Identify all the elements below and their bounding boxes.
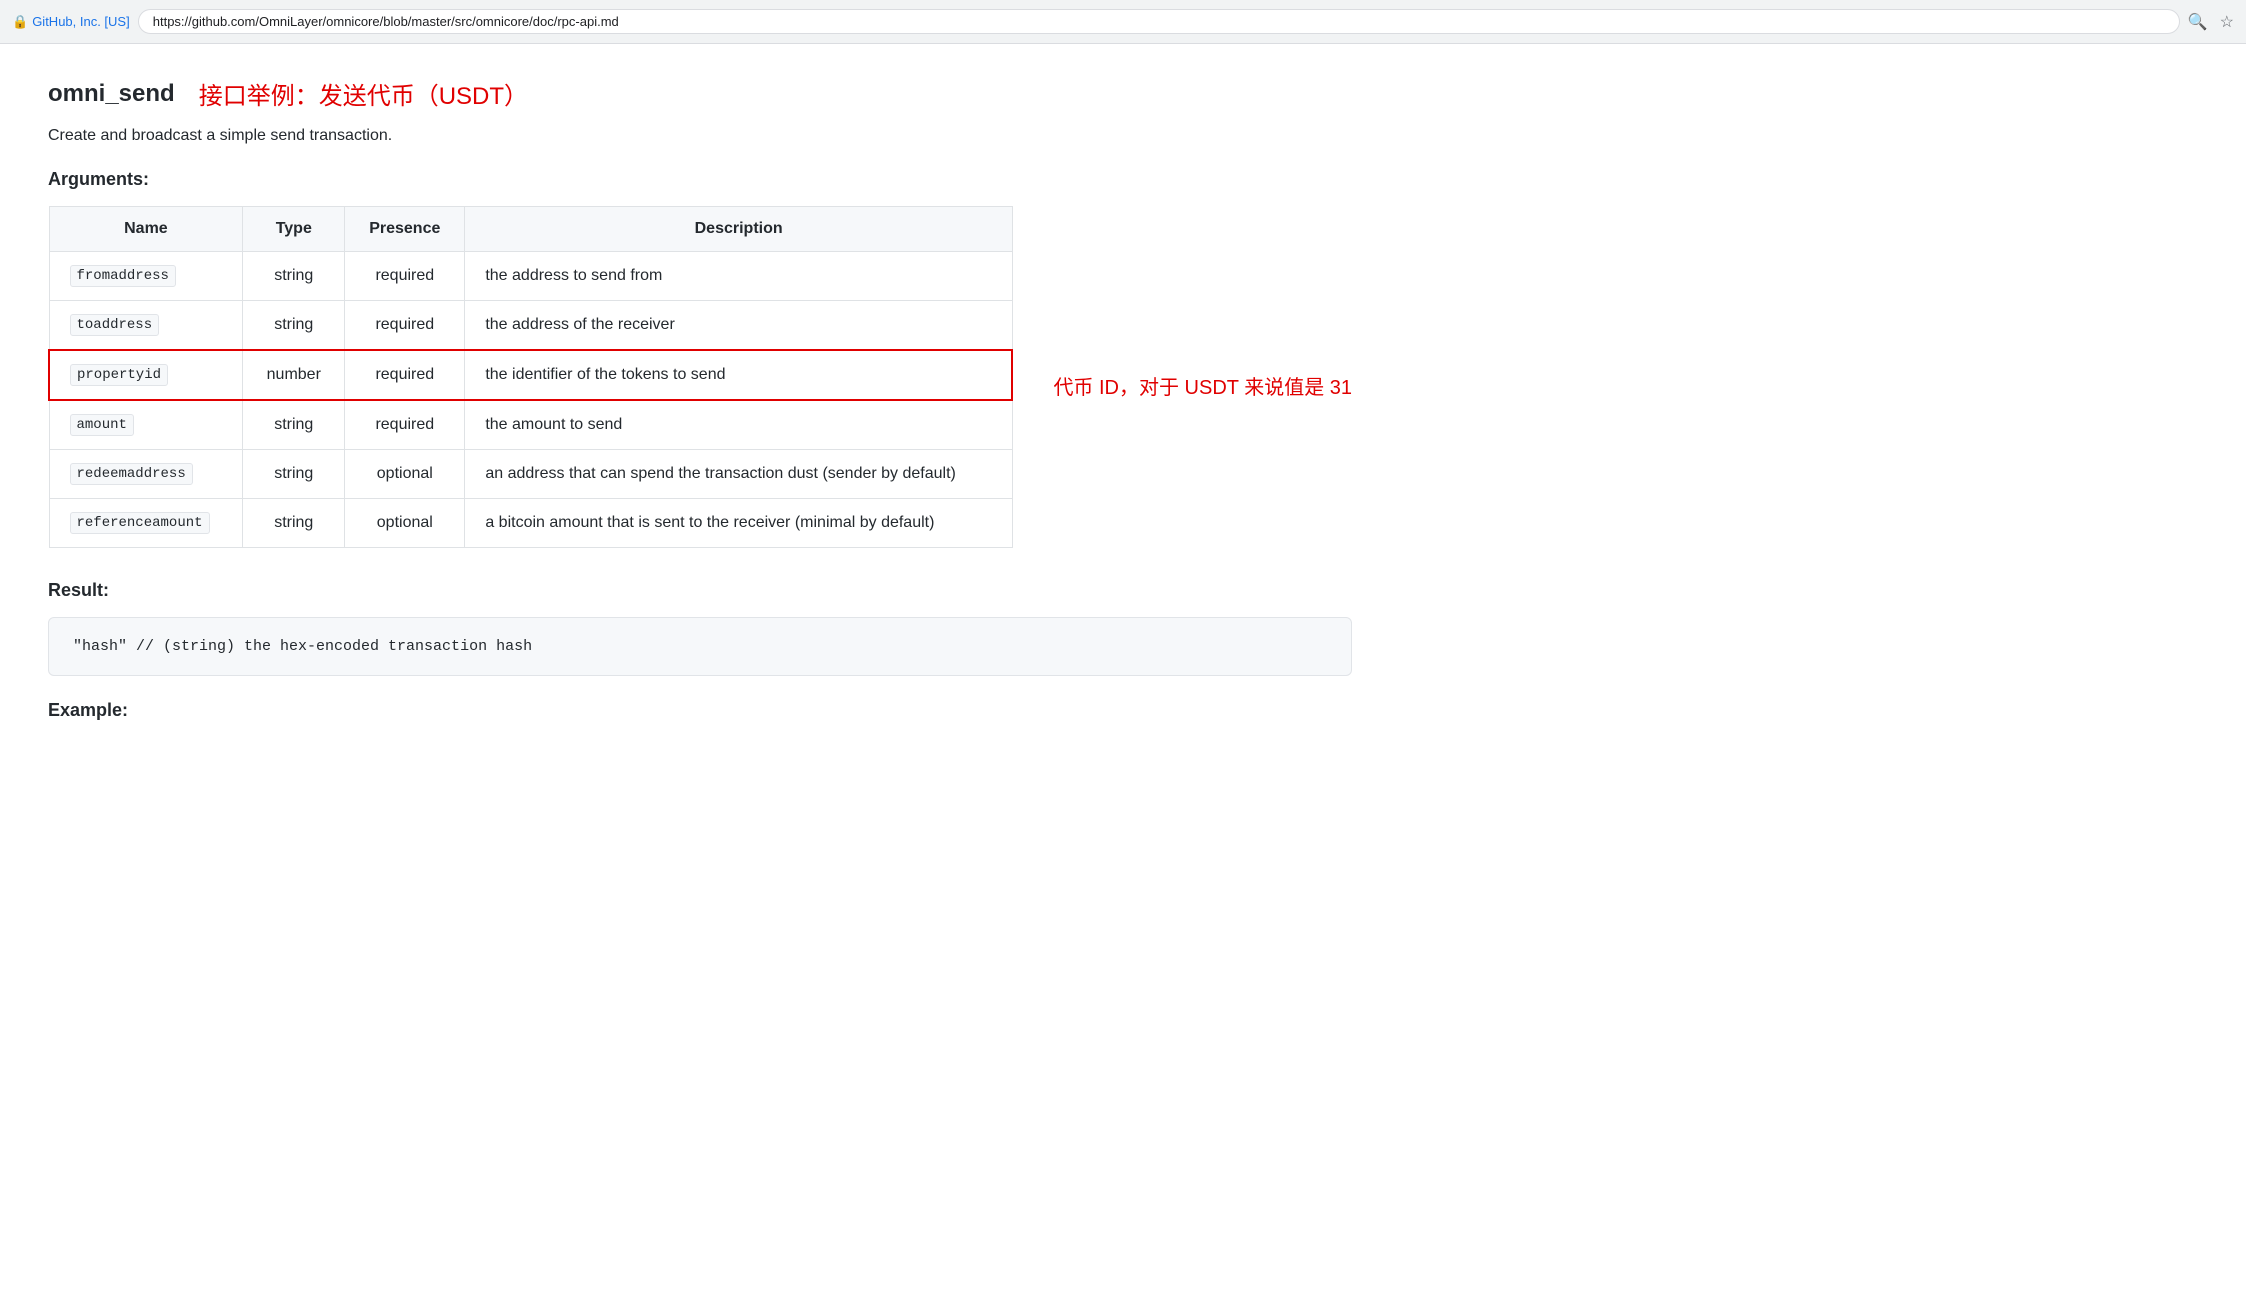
cell-name: fromaddress bbox=[49, 252, 243, 301]
col-header-name: Name bbox=[49, 207, 243, 252]
col-header-presence: Presence bbox=[345, 207, 465, 252]
cell-presence: optional bbox=[345, 450, 465, 499]
arguments-table: Name Type Presence Description fromaddre… bbox=[48, 206, 1013, 548]
cell-type: number bbox=[243, 350, 345, 400]
result-code: "hash" // (string) the hex-encoded trans… bbox=[73, 638, 532, 655]
table-wrapper: Name Type Presence Description fromaddre… bbox=[48, 206, 1352, 580]
url-text: https://github.com/OmniLayer/omnicore/bl… bbox=[153, 14, 619, 29]
code-name: toaddress bbox=[70, 314, 160, 336]
browser-bar: 🔒 GitHub, Inc. [US] https://github.com/O… bbox=[0, 0, 2246, 44]
cell-type: string bbox=[243, 400, 345, 450]
cell-description: the address to send from bbox=[465, 252, 1013, 301]
browser-icons: 🔍 ☆ bbox=[2188, 12, 2234, 32]
cell-name: redeemaddress bbox=[49, 450, 243, 499]
cell-name: amount bbox=[49, 400, 243, 450]
security-indicator: 🔒 GitHub, Inc. [US] bbox=[12, 14, 130, 30]
cell-description: the identifier of the tokens to send bbox=[465, 350, 1013, 400]
cell-description: an address that can spend the transactio… bbox=[465, 450, 1013, 499]
chinese-annotation: 代币 ID，对于 USDT 来说值是 31 bbox=[1033, 371, 1352, 400]
table-row: referenceamount string optional a bitcoi… bbox=[49, 499, 1012, 548]
table-row-highlighted: propertyid number required the identifie… bbox=[49, 350, 1012, 400]
chinese-subtitle: 接口举例：发送代币（USDT） bbox=[199, 76, 528, 111]
spacer-row1 bbox=[1013, 258, 1352, 308]
url-bar[interactable]: https://github.com/OmniLayer/omnicore/bl… bbox=[138, 9, 2180, 34]
row-annotation: 代币 ID，对于 USDT 来说值是 31 bbox=[1013, 358, 1352, 413]
cell-presence: required bbox=[345, 301, 465, 351]
security-label: GitHub, Inc. [US] bbox=[32, 14, 130, 29]
page-title: omni_send bbox=[48, 80, 175, 108]
col-header-description: Description bbox=[465, 207, 1013, 252]
cell-type: string bbox=[243, 252, 345, 301]
code-name: amount bbox=[70, 414, 134, 436]
cell-description: a bitcoin amount that is sent to the rec… bbox=[465, 499, 1013, 548]
search-icon[interactable]: 🔍 bbox=[2188, 12, 2208, 32]
result-code-block: "hash" // (string) the hex-encoded trans… bbox=[48, 617, 1352, 676]
result-heading: Result: bbox=[48, 580, 1352, 601]
cell-name: propertyid bbox=[49, 350, 243, 400]
col-header-type: Type bbox=[243, 207, 345, 252]
table-header-row: Name Type Presence Description bbox=[49, 207, 1012, 252]
table-row: toaddress string required the address of… bbox=[49, 301, 1012, 351]
title-row: omni_send 接口举例：发送代币（USDT） bbox=[48, 76, 1352, 111]
spacer-header bbox=[1013, 206, 1352, 258]
table-row: amount string required the amount to sen… bbox=[49, 400, 1012, 450]
example-section: Example: bbox=[48, 700, 1352, 721]
arguments-heading: Arguments: bbox=[48, 169, 1352, 190]
cell-description: the amount to send bbox=[465, 400, 1013, 450]
table-row: redeemaddress string optional an address… bbox=[49, 450, 1012, 499]
table-row: fromaddress string required the address … bbox=[49, 252, 1012, 301]
code-name: propertyid bbox=[70, 364, 168, 386]
cell-type: string bbox=[243, 450, 345, 499]
cell-type: string bbox=[243, 301, 345, 351]
cell-name: referenceamount bbox=[49, 499, 243, 548]
cell-presence: required bbox=[345, 252, 465, 301]
code-name: redeemaddress bbox=[70, 463, 193, 485]
cell-description: the address of the receiver bbox=[465, 301, 1013, 351]
bookmark-icon[interactable]: ☆ bbox=[2220, 12, 2234, 32]
page-content: omni_send 接口举例：发送代币（USDT） Create and bro… bbox=[0, 44, 1400, 769]
annotation-container: 代币 ID，对于 USDT 来说值是 31 bbox=[1013, 206, 1352, 413]
cell-type: string bbox=[243, 499, 345, 548]
code-name: referenceamount bbox=[70, 512, 210, 534]
lock-icon: 🔒 bbox=[12, 14, 28, 30]
spacer-row2 bbox=[1013, 308, 1352, 358]
example-heading: Example: bbox=[48, 700, 1352, 721]
cell-presence: optional bbox=[345, 499, 465, 548]
result-section: Result: "hash" // (string) the hex-encod… bbox=[48, 580, 1352, 676]
cell-name: toaddress bbox=[49, 301, 243, 351]
cell-presence: required bbox=[345, 350, 465, 400]
code-name: fromaddress bbox=[70, 265, 176, 287]
page-description: Create and broadcast a simple send trans… bbox=[48, 127, 1352, 145]
cell-presence: required bbox=[345, 400, 465, 450]
